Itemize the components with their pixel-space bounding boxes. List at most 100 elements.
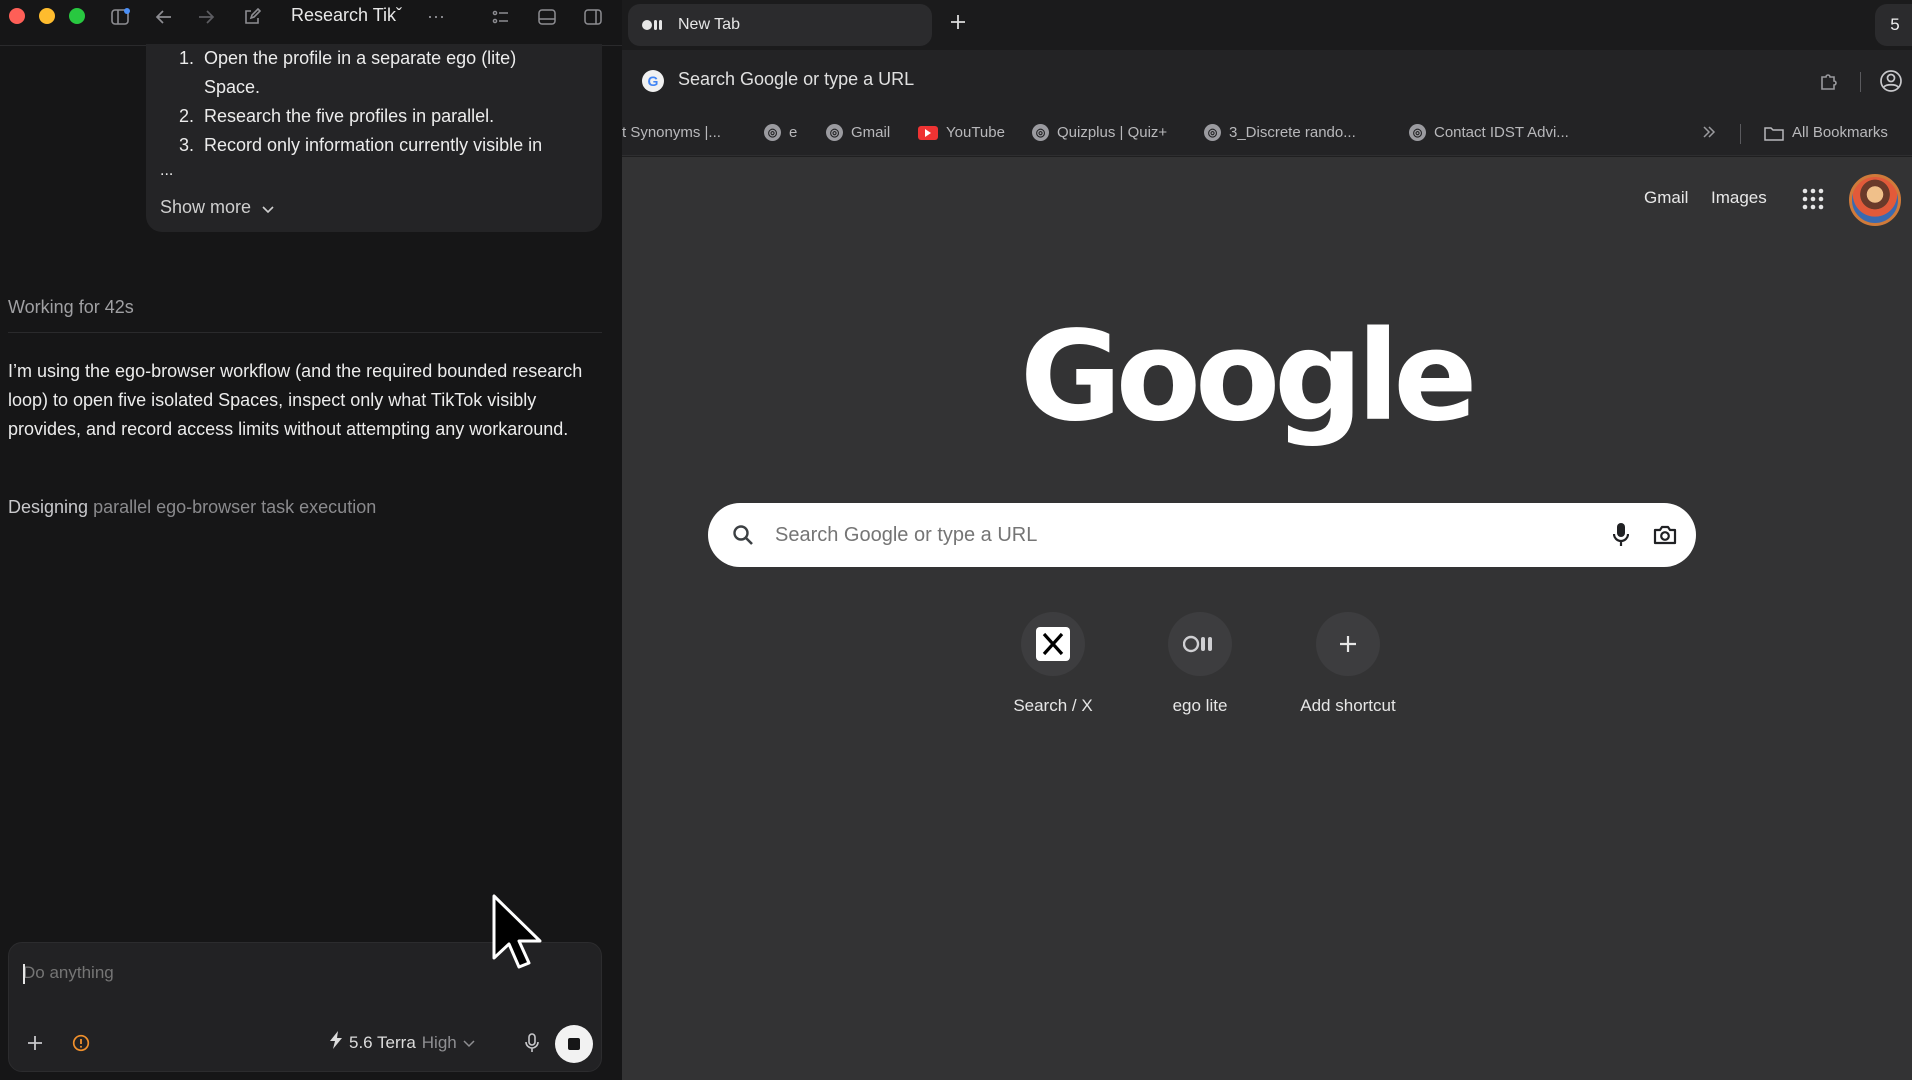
apps-grid-icon[interactable] [1802,188,1824,210]
ntp-search-box[interactable] [708,503,1696,567]
browser-window: New Tab 5 G Search Google or type a URL … [622,0,1912,1080]
new-tab-plus-icon[interactable] [950,14,966,30]
bookmark-label: Gmail [851,124,891,141]
shortcut-add[interactable]: Add shortcut [1274,612,1422,716]
tab-count-badge[interactable]: 5 [1875,4,1912,46]
youtube-icon [918,125,938,140]
lightning-icon [329,1031,343,1054]
tab-new-tab[interactable]: New Tab [628,4,932,46]
plan-item: 3. Record only information currently visi… [178,135,543,155]
chevron-down-icon [262,198,274,219]
plan-item: 1. Open the profile in a separate ego (li… [178,48,517,68]
account-avatar[interactable] [1849,174,1901,226]
bookmark-item[interactable]: YouTube [918,124,1005,141]
stop-button[interactable] [555,1025,593,1063]
model-name: 5.6 Terra [349,1032,416,1052]
warning-icon[interactable] [69,1031,93,1055]
globe-icon: ◎ [1032,124,1049,141]
bookmark-label: e [789,124,798,141]
shortcut-label: ego lite [1172,696,1228,715]
google-g-icon: G [642,70,664,92]
panel-bottom-icon[interactable] [535,5,559,29]
more-options-icon[interactable]: ⋯ [424,5,448,29]
bookmark-item[interactable]: ◎ e [764,124,797,141]
bookmark-item[interactable]: t Synonyms |... [622,124,721,141]
plan-ellipsis: ... [160,162,174,179]
shortcut-label: Add shortcut [1300,696,1396,715]
bookmarks-bar: t Synonyms |... ◎ e ◎ Gmail YouTube ◎ Quizp… [622,112,1912,156]
bookmarks-separator [1740,124,1741,144]
bookmark-item[interactable]: ◎ 3_Discrete rando... [1204,124,1356,141]
camera-search-icon[interactable] [1653,524,1677,546]
agent-panel: Research Tikˇ ⋯ 1. Open the profile in a … [0,0,622,1080]
shortcut-ego-lite[interactable]: ego lite [1126,612,1274,716]
x-icon [1021,612,1085,676]
bookmark-item[interactable]: ◎ Gmail [826,124,890,141]
show-more-label: Show more [160,197,252,217]
google-logo: Google [1020,305,1478,449]
extensions-puzzle-icon[interactable] [1818,70,1840,92]
omnibox[interactable]: Search Google or type a URL [678,69,914,90]
close-window-button[interactable] [9,8,25,24]
all-bookmarks-button[interactable]: All Bookmarks [1764,124,1888,141]
minimize-window-button[interactable] [39,8,55,24]
divider [8,332,602,333]
status-text: parallel ego-browser task execution [88,497,377,517]
browser-toolbar: G Search Google or type a URL [622,50,1912,112]
task-list-icon[interactable] [489,5,513,29]
plan-item: 2. Research the five profiles in parallel… [178,106,495,126]
bookmark-item[interactable]: ◎ Contact IDST Advi... [1409,124,1569,141]
globe-icon: ◎ [1409,124,1426,141]
globe-icon: ◎ [826,124,843,141]
search-icon [732,524,754,546]
model-level: High [421,1032,457,1052]
gmail-link[interactable]: Gmail [1644,188,1688,208]
images-link[interactable]: Images [1711,188,1767,208]
model-selector[interactable]: 5.6 Terra High [329,1031,475,1054]
toolbar-separator [1860,72,1861,92]
ego-icon [1168,612,1232,676]
bookmark-label: YouTube [946,124,1005,141]
tab-strip: New Tab 5 [622,0,1912,50]
bookmark-label: Quizplus | Quiz+ [1057,124,1168,141]
new-tab-page: Gmail Images Google Search / X [622,157,1912,1080]
status-highlight: Designing [8,497,89,517]
plan-card: 1. Open the profile in a separate ego (li… [146,44,602,232]
mouse-cursor-icon [492,894,542,969]
panel-right-icon[interactable] [581,5,605,29]
bookmark-label: 3_Discrete rando... [1229,124,1356,141]
shortcut-search-x[interactable]: Search / X [979,612,1127,716]
conversation-title: Research Tikˇ [291,5,403,25]
chevron-double-right-icon[interactable] [1702,125,1716,139]
ntp-search-input[interactable] [775,524,1555,547]
stop-icon [568,1038,580,1050]
agent-message: I’m using the ego-browser workflow (and … [8,361,583,439]
forward-arrow-icon[interactable] [194,5,218,29]
plan-item: Space. [204,77,261,97]
globe-icon: ◎ [1204,124,1221,141]
folder-icon [1764,125,1784,141]
text-caret [23,964,25,984]
ego-tab-icon [642,18,664,32]
bookmark-label: Contact IDST Advi... [1434,124,1569,141]
thinking-status: Designing parallel ego-browser task exec… [8,497,376,518]
plus-icon [1316,612,1380,676]
bookmark-label: t Synonyms |... [622,124,721,141]
voice-search-icon[interactable] [1613,522,1629,548]
attach-plus-icon[interactable] [23,1031,47,1055]
profile-icon[interactable] [1879,69,1903,93]
working-status: Working for 42s [8,297,134,317]
shortcut-label: Search / X [1013,696,1093,715]
globe-icon: ◎ [764,124,781,141]
tab-title: New Tab [678,16,740,33]
bookmark-item[interactable]: ◎ Quizplus | Quiz+ [1032,124,1167,141]
maximize-window-button[interactable] [69,8,85,24]
title-bar: Research Tikˇ ⋯ [0,0,622,46]
show-more-button[interactable]: Show more [160,197,274,219]
all-bookmarks-label: All Bookmarks [1792,124,1888,141]
back-arrow-icon[interactable] [152,5,176,29]
sidebar-toggle-icon[interactable] [109,5,133,29]
new-chat-icon[interactable] [240,5,264,29]
microphone-icon[interactable] [520,1031,544,1055]
chevron-down-icon [463,1033,475,1053]
